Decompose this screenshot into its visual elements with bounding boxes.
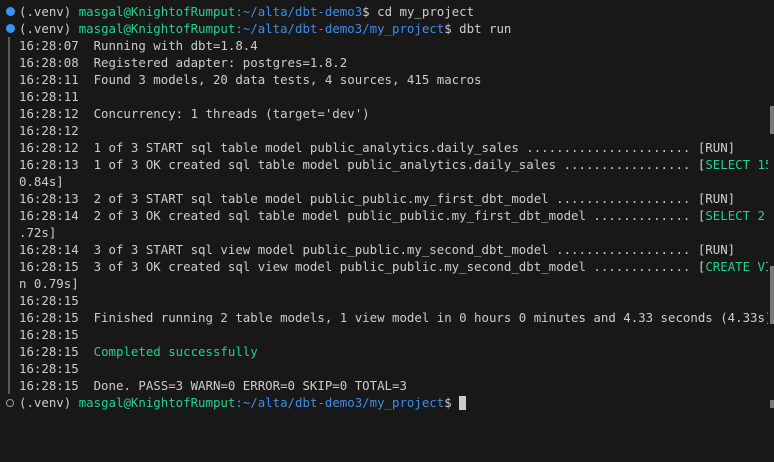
prompt-command: cd my_project [377, 4, 475, 19]
terminal-scrollbar[interactable] [768, 0, 774, 415]
output-gutter-bar [8, 377, 10, 394]
output-line: 16:28:07 Running with dbt=1.8.4 [0, 37, 768, 54]
prompt-path: :~/alta/dbt-demo3 [235, 4, 363, 19]
venv-label: (.venv) [19, 4, 72, 19]
prompt-line: (.venv) masgal@KnightofRumput:~/alta/dbt… [0, 20, 768, 37]
output-gutter-bar [8, 360, 10, 377]
output-line: n 0.79s] [0, 275, 768, 292]
output-text: 0.84s] [19, 174, 64, 189]
output-line: 16:28:12 [0, 122, 768, 139]
output-gutter-bar [8, 190, 10, 207]
output-text: 16:28:13 1 of 3 OK created sql table mod… [19, 157, 706, 172]
output-line: .72s] [0, 224, 768, 241]
output-gutter-bar [8, 122, 10, 139]
prompt-user: masgal@KnightofRumput [78, 395, 236, 410]
output-gutter-bar [8, 326, 10, 343]
output-line: 16:28:13 1 of 3 OK created sql table mod… [0, 156, 772, 173]
output-line: 16:28:14 3 of 3 START sql view model pub… [0, 241, 768, 258]
output-text: 16:28:15 [19, 361, 79, 376]
output-gutter-bar [8, 309, 10, 326]
prompt-line: (.venv) masgal@KnightofRumput:~/alta/dbt… [0, 3, 768, 20]
output-text: 16:28:13 2 of 3 START sql table model pu… [19, 191, 736, 206]
output-text: 16:28:15 [19, 293, 79, 308]
output-gutter-bar [8, 241, 10, 258]
output-gutter-bar [8, 292, 10, 309]
terminal-panel[interactable]: (.venv) masgal@KnightofRumput:~/alta/dbt… [0, 3, 774, 415]
output-line: 16:28:13 2 of 3 START sql table model pu… [0, 190, 768, 207]
venv-label: (.venv) [19, 21, 72, 36]
output-line: 16:28:11 [0, 88, 768, 105]
terminal-cursor[interactable] [459, 396, 467, 410]
output-gutter-bar [8, 207, 10, 224]
output-line: 16:28:15 3 of 3 OK created sql view mode… [0, 258, 774, 275]
output-gutter-bar [8, 173, 10, 190]
output-line: 16:28:15 Completed successfully [0, 343, 768, 360]
output-text: 16:28:15 [19, 327, 79, 342]
command-success-decoration-icon[interactable] [6, 7, 15, 16]
output-gutter-bar [8, 156, 10, 173]
output-text: 16:28:15 [19, 344, 94, 359]
output-line: 16:28:15 Finished running 2 table models… [0, 309, 774, 326]
prompt-user: masgal@KnightofRumput [78, 4, 236, 19]
scrollbar-marker [770, 106, 774, 134]
prompt-dollar: $ [444, 21, 452, 36]
venv-label: (.venv) [19, 395, 72, 410]
output-line: 16:28:12 1 of 3 START sql table model pu… [0, 139, 768, 156]
scrollbar-marker [770, 266, 774, 324]
output-line: 16:28:15 Done. PASS=3 WARN=0 ERROR=0 SKI… [0, 377, 768, 394]
prompt-command: dbt run [459, 21, 512, 36]
output-gutter-bar [8, 275, 10, 292]
output-text: .72s] [19, 225, 57, 240]
output-line: 16:28:15 [0, 292, 768, 309]
output-line: 16:28:11 Found 3 models, 20 data tests, … [0, 71, 768, 88]
output-text: 16:28:12 Concurrency: 1 threads (target=… [19, 106, 370, 121]
output-line: 0.84s] [0, 173, 768, 190]
output-text: 16:28:15 3 of 3 OK created sql view mode… [19, 259, 706, 274]
output-line: 16:28:15 [0, 360, 768, 377]
output-text: 16:28:14 3 of 3 START sql view model pub… [19, 242, 736, 257]
output-gutter-bar [8, 105, 10, 122]
output-gutter-bar [8, 343, 10, 360]
output-gutter-bar [8, 224, 10, 241]
output-line: 16:28:14 2 of 3 OK created sql table mod… [0, 207, 774, 224]
prompt-dollar: $ [362, 4, 370, 19]
output-text: 16:28:11 [19, 89, 79, 104]
output-text: 16:28:15 Finished running 2 table models… [19, 310, 774, 325]
prompt-path: :~/alta/dbt-demo3/my_project [235, 21, 445, 36]
output-text: n 0.79s] [19, 276, 79, 291]
output-line: 16:28:12 Concurrency: 1 threads (target=… [0, 105, 768, 122]
output-gutter-bar [8, 37, 10, 54]
status-ok: SELECT 2 [705, 208, 765, 223]
output-gutter-bar [8, 54, 10, 71]
output-text: 16:28:08 Registered adapter: postgres=1.… [19, 55, 348, 70]
scrollbar-marker [770, 400, 774, 408]
prompt-path: :~/alta/dbt-demo3/my_project [235, 395, 445, 410]
output-gutter-bar [8, 258, 10, 275]
prompt-dollar: $ [444, 395, 452, 410]
prompt-user: masgal@KnightofRumput [78, 21, 236, 36]
status-ok: SELECT 15 [705, 157, 773, 172]
output-gutter-bar [8, 139, 10, 156]
output-text: 16:28:07 Running with dbt=1.8.4 [19, 38, 258, 53]
status-ok: CREATE VIEW [705, 259, 774, 274]
prompt-line: (.venv) masgal@KnightofRumput:~/alta/dbt… [0, 394, 768, 411]
output-gutter-bar [8, 71, 10, 88]
output-text: 16:28:15 Done. PASS=3 WARN=0 ERROR=0 SKI… [19, 378, 407, 393]
command-success-decoration-icon[interactable] [6, 24, 15, 33]
output-text: 16:28:11 Found 3 models, 20 data tests, … [19, 72, 482, 87]
output-text: 16:28:14 2 of 3 OK created sql table mod… [19, 208, 706, 223]
output-text: 16:28:12 [19, 123, 79, 138]
output-gutter-bar [8, 88, 10, 105]
command-pending-decoration-icon[interactable] [6, 399, 14, 407]
output-text: 16:28:12 1 of 3 START sql table model pu… [19, 140, 736, 155]
completed-status: Completed successfully [93, 344, 258, 359]
output-line: 16:28:15 [0, 326, 768, 343]
output-line: 16:28:08 Registered adapter: postgres=1.… [0, 54, 768, 71]
